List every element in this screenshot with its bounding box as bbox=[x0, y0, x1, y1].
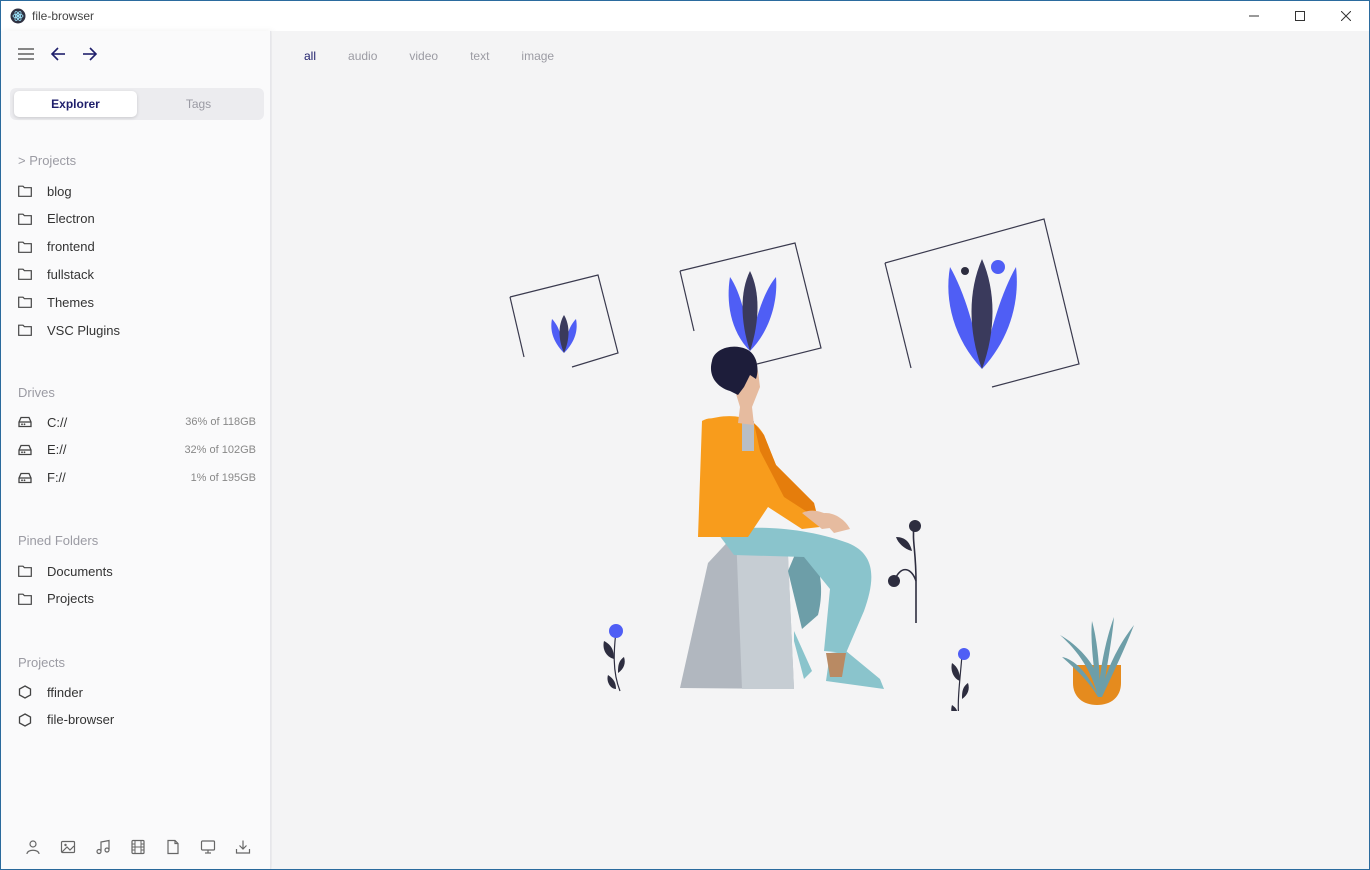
drive-usage: 36% of 118GB bbox=[185, 416, 256, 428]
project-item-frontend[interactable]: frontend bbox=[17, 235, 261, 259]
middle-frame bbox=[679, 242, 822, 365]
folder-icon bbox=[17, 239, 33, 255]
drives-section-title: Drives bbox=[18, 385, 55, 400]
minimize-icon bbox=[1249, 15, 1259, 17]
arrow-left-icon bbox=[50, 47, 65, 61]
monitor-icon[interactable] bbox=[198, 837, 218, 857]
download-icon[interactable] bbox=[233, 837, 253, 857]
folder-icon bbox=[17, 211, 33, 227]
nav-toolbar bbox=[17, 45, 99, 63]
image-icon[interactable] bbox=[58, 837, 78, 857]
drive-usage: 1% of 195GB bbox=[190, 471, 256, 484]
project-item-themes[interactable]: Themes bbox=[17, 290, 261, 314]
sidebar-tab-switch: Explorer Tags bbox=[10, 88, 264, 120]
filter-bar: all audio video text image bbox=[304, 49, 554, 63]
close-icon bbox=[1341, 11, 1351, 21]
project-item-label: frontend bbox=[47, 239, 95, 255]
filter-video[interactable]: video bbox=[409, 49, 438, 63]
main-content: all audio video text image bbox=[272, 31, 1369, 869]
small-frame bbox=[509, 274, 619, 368]
workspace-item-ffinder[interactable]: ffinder bbox=[17, 680, 261, 704]
filter-audio[interactable]: audio bbox=[348, 49, 377, 63]
project-item-label: VSC Plugins bbox=[47, 322, 120, 338]
music-icon[interactable] bbox=[93, 837, 113, 857]
folder-icon bbox=[17, 563, 33, 579]
minimize-button[interactable] bbox=[1231, 1, 1277, 31]
hexagon-icon bbox=[17, 712, 33, 728]
middle-plant bbox=[888, 520, 921, 623]
pinned-item-label: Documents bbox=[47, 563, 113, 579]
film-icon[interactable] bbox=[128, 837, 148, 857]
hamburger-menu-icon bbox=[18, 48, 34, 60]
title-bar: file-browser bbox=[1, 1, 1369, 31]
drive-item-e[interactable]: E:// 32% of 102GB bbox=[17, 438, 261, 462]
window-controls bbox=[1231, 1, 1369, 31]
large-frame bbox=[884, 218, 1080, 388]
folder-icon bbox=[17, 591, 33, 607]
right-small-plant bbox=[951, 648, 970, 711]
filter-all[interactable]: all bbox=[304, 49, 316, 63]
workspaces-section-title: Projects bbox=[18, 655, 65, 670]
pinned-item-label: Projects bbox=[47, 591, 94, 607]
workspace-item-file-browser[interactable]: file-browser bbox=[17, 708, 261, 732]
folder-icon bbox=[17, 322, 33, 338]
project-item-label: blog bbox=[47, 183, 72, 199]
project-item-label: Electron bbox=[47, 211, 95, 227]
arrow-right-icon bbox=[83, 47, 98, 61]
left-plant bbox=[603, 624, 625, 692]
bottom-category-bar bbox=[23, 837, 253, 857]
project-item-blog[interactable]: blog bbox=[17, 179, 261, 203]
drive-usage: 32% of 102GB bbox=[184, 443, 256, 456]
drive-item-label: F:// bbox=[47, 470, 66, 486]
hard-drive-icon bbox=[17, 414, 33, 430]
app-window: file-browser Explorer Tags > Projects Dr… bbox=[0, 0, 1370, 870]
pinned-item-documents[interactable]: Documents bbox=[17, 559, 261, 583]
hard-drive-icon bbox=[17, 442, 33, 458]
filter-image[interactable]: image bbox=[521, 49, 554, 63]
forward-button[interactable] bbox=[81, 45, 99, 63]
project-item-electron[interactable]: Electron bbox=[17, 207, 261, 231]
drive-item-f[interactable]: F:// 1% of 195GB bbox=[17, 466, 261, 490]
sidebar: Explorer Tags > Projects Drives Pined Fo… bbox=[1, 31, 271, 869]
maximize-button[interactable] bbox=[1277, 1, 1323, 31]
folder-icon bbox=[17, 183, 33, 199]
workspace-item-label: ffinder bbox=[47, 684, 83, 700]
potted-plant bbox=[1060, 617, 1134, 705]
pinned-section-title: Pined Folders bbox=[18, 533, 99, 548]
empty-state-illustration bbox=[509, 218, 1134, 711]
drive-item-label: C:// bbox=[47, 414, 68, 430]
hard-drive-icon bbox=[17, 470, 33, 486]
pinned-item-projects[interactable]: Projects bbox=[17, 587, 261, 611]
projects-section-title[interactable]: > Projects bbox=[18, 153, 76, 168]
window-title: file-browser bbox=[32, 9, 95, 23]
workspace-item-label: file-browser bbox=[47, 712, 115, 728]
user-icon[interactable] bbox=[23, 837, 43, 857]
tab-explorer[interactable]: Explorer bbox=[14, 91, 137, 117]
project-item-fullstack[interactable]: fullstack bbox=[17, 262, 261, 286]
file-icon[interactable] bbox=[163, 837, 183, 857]
close-button[interactable] bbox=[1323, 1, 1369, 31]
drive-item-label: E:// bbox=[47, 442, 67, 458]
project-item-label: Themes bbox=[47, 294, 94, 310]
folder-icon bbox=[17, 266, 33, 282]
sitting-person bbox=[680, 346, 884, 689]
hexagon-icon bbox=[17, 684, 33, 700]
tab-tags[interactable]: Tags bbox=[137, 91, 260, 117]
project-item-label: fullstack bbox=[47, 266, 94, 282]
maximize-icon bbox=[1295, 11, 1305, 21]
menu-button[interactable] bbox=[17, 45, 35, 63]
drive-item-c[interactable]: C:// 36% of 118GB bbox=[17, 410, 261, 434]
filter-text[interactable]: text bbox=[470, 49, 489, 63]
back-button[interactable] bbox=[49, 45, 67, 63]
project-item-vsc-plugins[interactable]: VSC Plugins bbox=[17, 318, 261, 342]
folder-icon bbox=[17, 294, 33, 310]
app-logo-icon bbox=[10, 8, 26, 24]
